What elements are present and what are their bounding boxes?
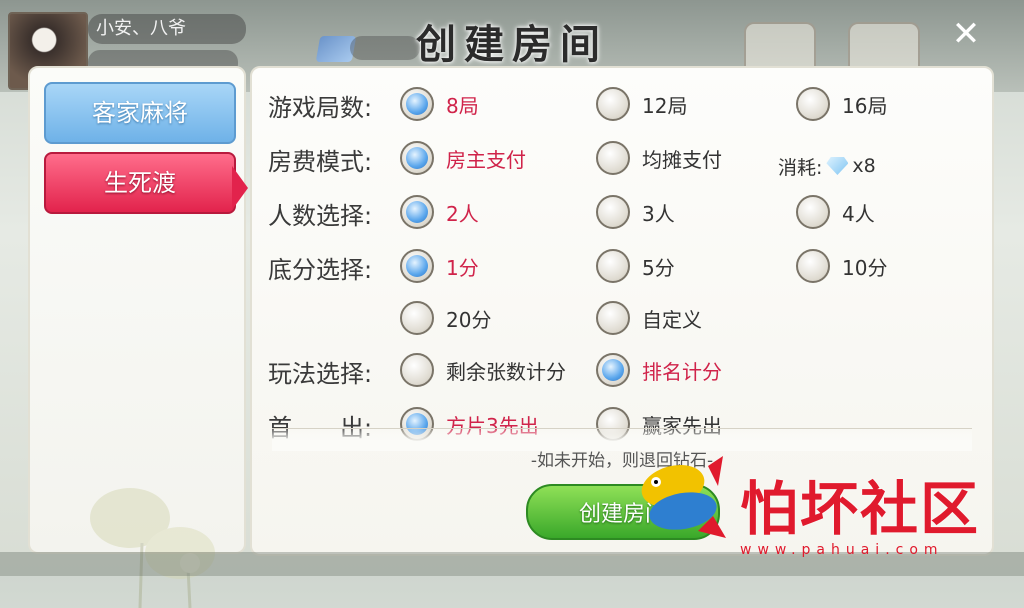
radio-players-3[interactable] [596,195,630,229]
radio-players-2[interactable] [400,195,434,229]
rounds-option-16[interactable]: 16局 [796,84,887,124]
radio-rounds-16[interactable] [796,87,830,121]
option-label: 5分 [642,255,675,280]
option-label: 均摊支付 [642,147,722,172]
radio-base-custom[interactable] [596,301,630,335]
players-option-3[interactable]: 3人 [596,192,675,232]
option-label: 自定义 [642,307,702,332]
tab-hakka-mahjong[interactable]: 客家麻将 [44,82,236,144]
fee-option-split[interactable]: 均摊支付 [596,138,722,178]
base-option-1[interactable]: 1分 [400,246,479,286]
play-mode-label: 玩法选择: [268,360,373,388]
active-tab-pointer-icon [232,166,248,210]
rounds-option-12[interactable]: 12局 [596,84,687,124]
option-label: 排名计分 [642,359,722,384]
option-label: 1分 [446,255,479,280]
radio-play-remaining[interactable] [400,353,434,387]
radio-base-10[interactable] [796,249,830,283]
diamond-icon [826,157,849,175]
option-label: 房主支付 [446,147,526,172]
players-option-2[interactable]: 2人 [400,192,479,232]
option-label: 12局 [642,93,688,118]
play-option-remaining[interactable]: 剩余张数计分 [400,350,566,390]
option-label: 剩余张数计分 [446,359,566,384]
option-label: 3人 [642,201,675,226]
option-label: 8局 [446,93,479,118]
radio-play-ranking[interactable] [596,353,630,387]
radio-base-20[interactable] [400,301,434,335]
base-option-custom[interactable]: 自定义 [596,298,702,338]
option-label: 4人 [842,201,875,226]
players-label: 人数选择: [268,202,373,230]
watermark-fish-logo-icon [641,456,726,538]
fee-label: 房费模式: [268,148,373,176]
base-score-label: 底分选择: [268,256,373,284]
cost-label: 消耗: [778,156,823,179]
tab-shengsidu[interactable]: 生死渡 [44,152,236,214]
radio-players-4[interactable] [796,195,830,229]
option-label: 20分 [446,307,492,332]
rounds-option-8[interactable]: 8局 [400,84,479,124]
base-option-10[interactable]: 10分 [796,246,887,286]
radio-fee-host[interactable] [400,141,434,175]
watermark-text: 怕坏社区 [740,475,981,543]
close-button[interactable]: ✕ [946,14,986,54]
option-label: 2人 [446,201,479,226]
radio-base-1[interactable] [400,249,434,283]
base-option-20[interactable]: 20分 [400,298,491,338]
fee-option-host[interactable]: 房主支付 [400,138,526,178]
cost-value: x8 [852,155,876,177]
game-type-panel: 客家麻将 生死渡 [28,66,248,608]
radio-base-5[interactable] [596,249,630,283]
option-label: 10分 [842,255,888,280]
play-option-ranking[interactable]: 排名计分 [596,350,722,390]
rounds-label: 游戏局数: [268,94,373,122]
cost-display: 消耗: x8 [778,146,876,186]
base-option-5[interactable]: 5分 [596,246,675,286]
radio-rounds-8[interactable] [400,87,434,121]
dialog-title: 创建房间 [416,21,608,68]
watermark-url: www.pahuai.com [740,542,944,558]
lotus-decoration-icon [90,488,215,608]
radio-rounds-12[interactable] [596,87,630,121]
radio-fee-split[interactable] [596,141,630,175]
option-label: 16局 [842,93,888,118]
players-option-4[interactable]: 4人 [796,192,875,232]
